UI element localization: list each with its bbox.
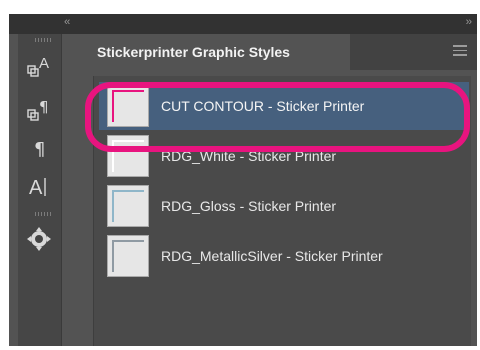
svg-text:A: A xyxy=(29,177,43,199)
style-row-cut-contour[interactable]: CUT CONTOUR - Sticker Printer xyxy=(99,82,469,130)
hamburger-menu-icon[interactable] xyxy=(453,45,467,57)
style-label: RDG_MetallicSilver - Sticker Printer xyxy=(161,248,383,264)
tab-title: Stickerprinter Graphic Styles xyxy=(97,44,290,60)
graphic-styles-panel: Stickerprinter Graphic Styles CUT CONTOU… xyxy=(87,34,477,346)
graphic-styles-icon[interactable] xyxy=(24,224,54,254)
svg-text:¶: ¶ xyxy=(34,139,45,160)
style-swatch xyxy=(107,185,149,227)
style-swatch xyxy=(107,85,149,127)
character-styles-icon[interactable]: A xyxy=(24,52,54,82)
style-label: RDG_Gloss - Sticker Printer xyxy=(161,198,337,214)
tab-stickerprinter-graphic-styles[interactable]: Stickerprinter Graphic Styles xyxy=(87,34,350,70)
svg-text:¶: ¶ xyxy=(39,98,49,116)
style-swatch xyxy=(107,235,149,277)
svg-text:A: A xyxy=(39,55,49,72)
swatch-stroke-gloss xyxy=(112,190,144,222)
paragraph-icon[interactable]: ¶ xyxy=(24,134,54,164)
style-label: RDG_White - Sticker Printer xyxy=(161,148,337,164)
collapse-right-icon[interactable]: ›› xyxy=(466,16,472,28)
grip-handle[interactable] xyxy=(35,38,53,42)
style-row-rdg-metallic-silver[interactable]: RDG_MetallicSilver - Sticker Printer xyxy=(99,232,469,280)
grip-handle[interactable] xyxy=(35,212,53,216)
swatch-stroke-silver xyxy=(112,240,144,272)
graphic-styles-list: CUT CONTOUR - Sticker Printer RDG_White … xyxy=(93,76,471,346)
style-label: CUT CONTOUR - Sticker Printer xyxy=(161,98,365,114)
style-row-rdg-white[interactable]: RDG_White - Sticker Printer xyxy=(99,132,469,180)
paragraph-styles-icon[interactable]: ¶ xyxy=(24,96,54,126)
app-frame: ‹‹ ›› A ¶ ¶ A Stickerprinter Graphic Sty… xyxy=(9,14,477,346)
style-row-rdg-gloss[interactable]: RDG_Gloss - Sticker Printer xyxy=(99,182,469,230)
swatch-stroke-pink xyxy=(112,90,144,122)
tools-strip: A ¶ ¶ A xyxy=(18,34,62,346)
character-icon[interactable]: A xyxy=(24,172,54,202)
collapse-left-icon[interactable]: ‹‹ xyxy=(64,16,70,28)
panel-top-bar: ‹‹ ›› xyxy=(9,14,477,34)
tab-bar-empty xyxy=(350,34,477,70)
style-swatch xyxy=(107,135,149,177)
swatch-stroke-white xyxy=(112,140,144,172)
